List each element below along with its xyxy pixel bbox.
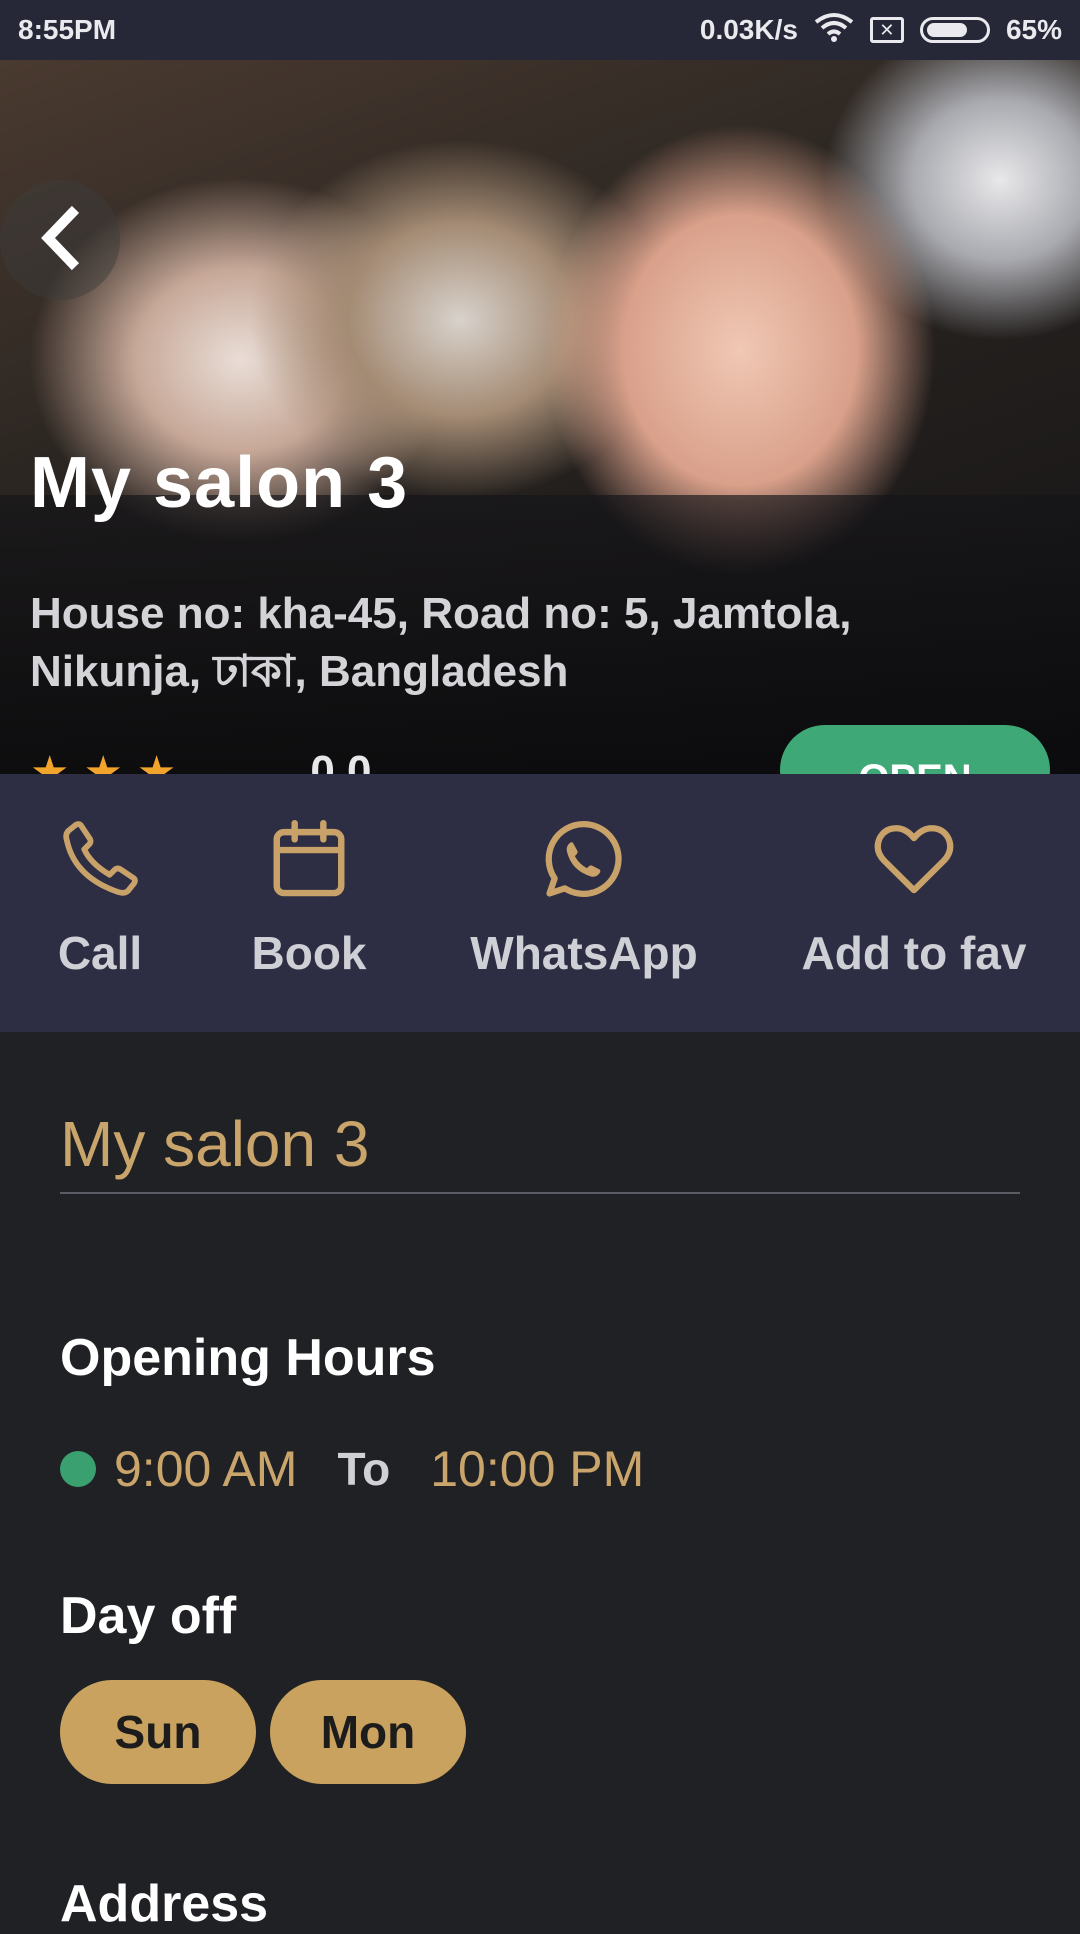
opening-hours-row: 9:00 AM To 10:00 PM bbox=[60, 1434, 644, 1504]
salon-address: House no: kha-45, Road no: 5, Jamtola, N… bbox=[30, 589, 852, 696]
chevron-left-icon bbox=[30, 203, 90, 278]
network-speed: 0.03K/s bbox=[699, 14, 798, 45]
battery-icon bbox=[919, 17, 990, 43]
open-status-dot bbox=[60, 1451, 96, 1487]
whatsapp-label: WhatsApp bbox=[470, 927, 698, 979]
whatsapp-button[interactable]: WhatsApp bbox=[470, 814, 698, 980]
battery-percent: 65% bbox=[1005, 14, 1062, 45]
salon-title: My salon 3 bbox=[30, 443, 409, 523]
day-off-chip: Sun bbox=[60, 1680, 256, 1784]
whatsapp-icon bbox=[539, 814, 629, 904]
wifi-icon bbox=[814, 12, 854, 49]
day-off-title: Day off bbox=[60, 1587, 237, 1645]
close-time: 10:00 PM bbox=[430, 1441, 645, 1497]
calendar-icon bbox=[264, 814, 354, 904]
book-button[interactable]: Book bbox=[248, 814, 370, 980]
heart-icon bbox=[869, 814, 959, 904]
add-to-fav-label: Add to fav bbox=[801, 927, 1027, 979]
status-time: 8:55PM bbox=[18, 14, 117, 45]
status-bar: 8:55PM 0.03K/s ✕ 65% bbox=[0, 0, 1080, 60]
add-to-favorites-button[interactable]: Add to fav bbox=[800, 814, 1028, 980]
status-indicators: 0.03K/s ✕ 65% bbox=[700, 12, 1062, 49]
no-sim-icon: ✕ bbox=[869, 17, 904, 43]
phone-icon bbox=[55, 814, 145, 904]
to-label: To bbox=[337, 1443, 391, 1495]
day-off-chip: Mon bbox=[270, 1680, 466, 1784]
open-time: 9:00 AM bbox=[114, 1441, 298, 1497]
salon-name-field[interactable]: My salon 3 bbox=[60, 1094, 1020, 1194]
call-label: Call bbox=[57, 927, 143, 979]
salon-details: My salon 3 Opening Hours 9:00 AM To 10:0… bbox=[0, 1032, 1080, 1933]
action-bar: Call Book WhatsApp Add to fav bbox=[0, 774, 1080, 1032]
book-label: Book bbox=[251, 927, 367, 979]
address-title: Address bbox=[60, 1875, 269, 1933]
opening-hours-title: Opening Hours bbox=[60, 1329, 436, 1387]
back-button[interactable] bbox=[0, 180, 120, 300]
call-button[interactable]: Call bbox=[40, 814, 160, 980]
